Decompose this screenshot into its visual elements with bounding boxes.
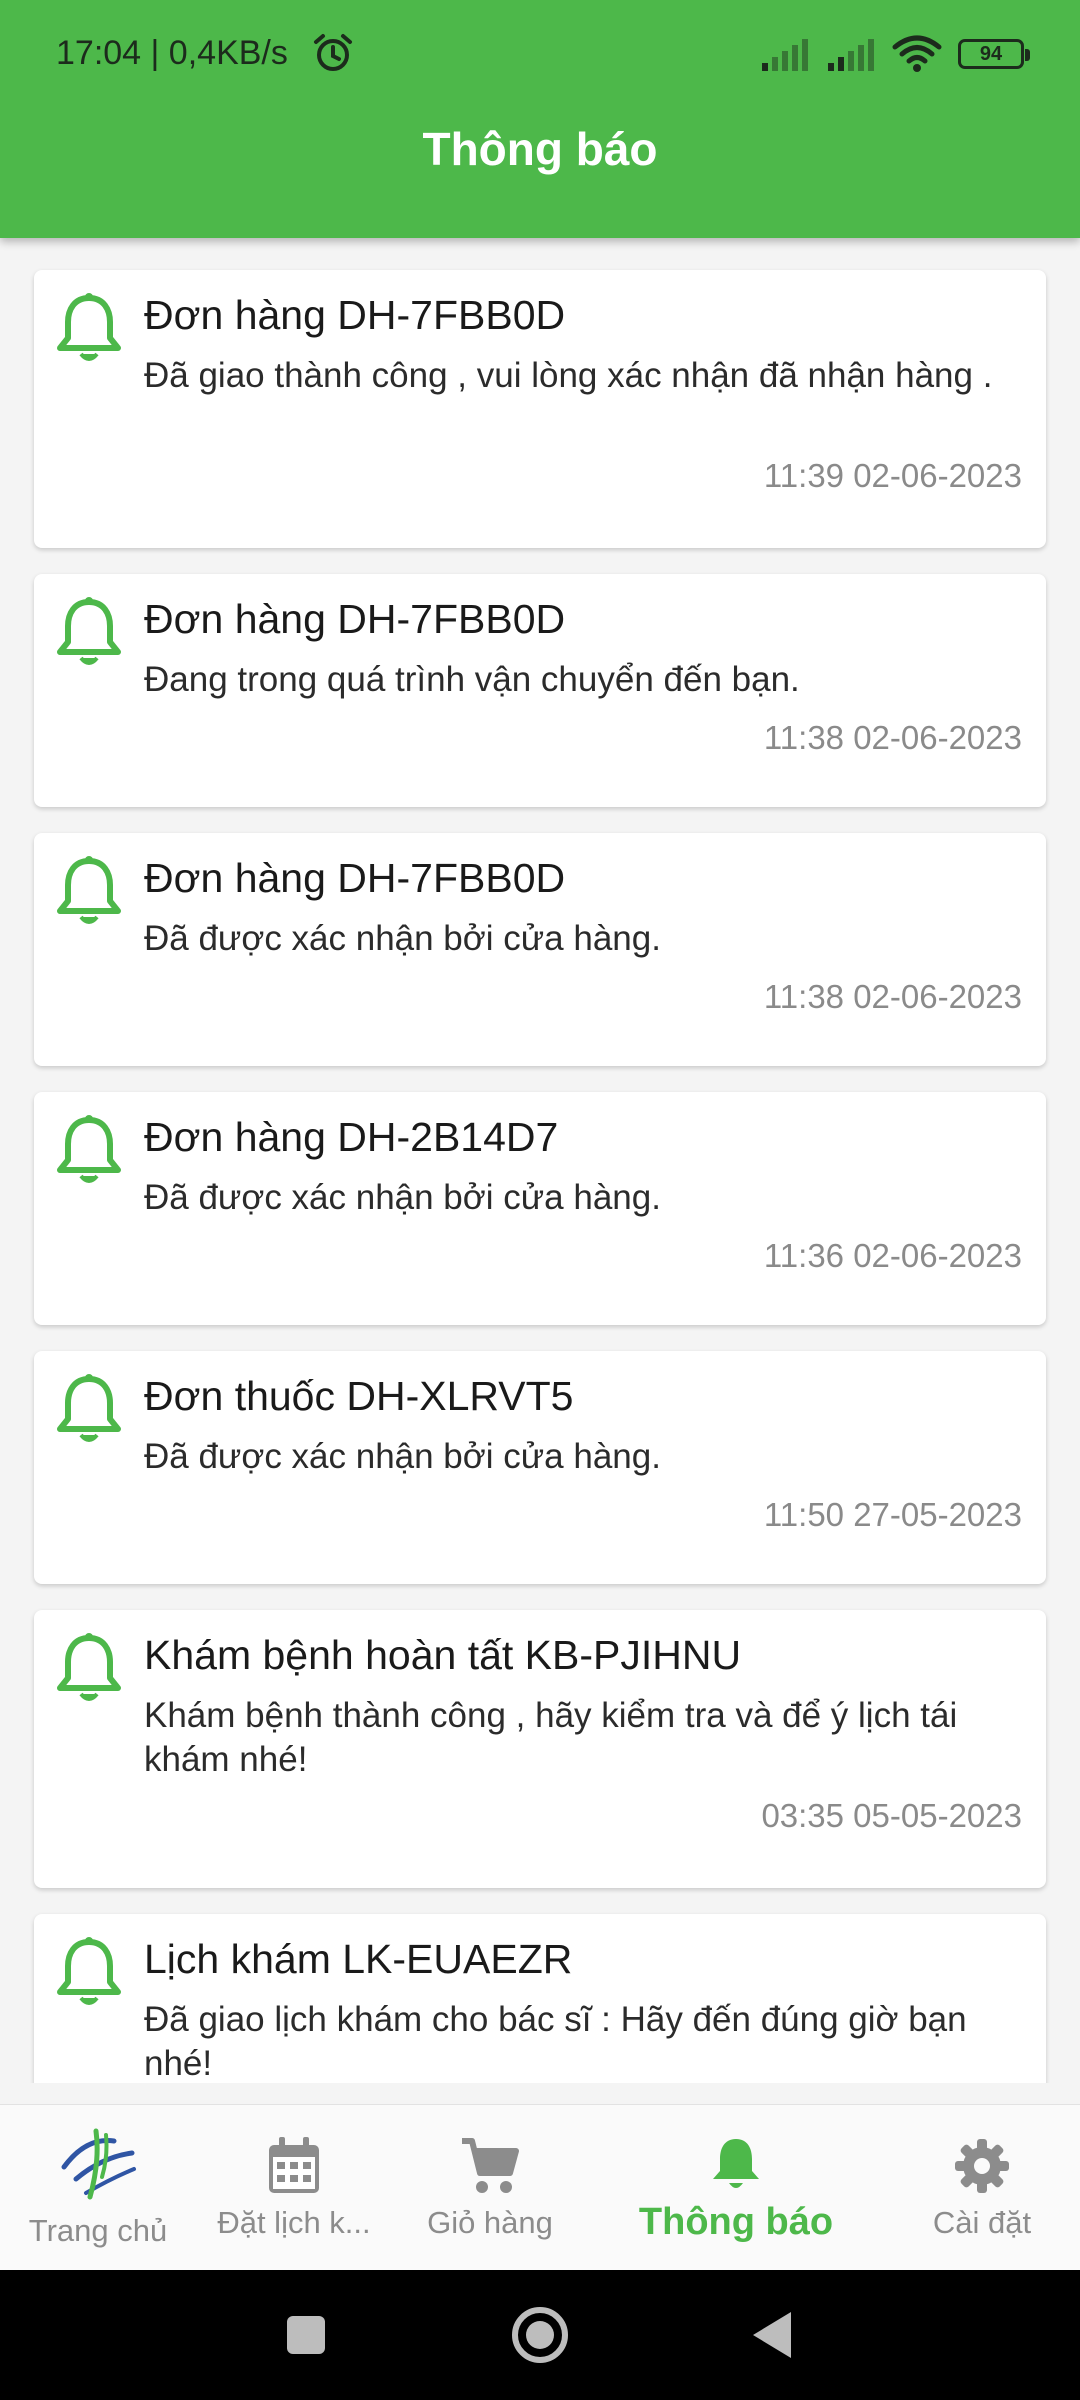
- bell-icon: [57, 597, 121, 665]
- notification-card[interactable]: Đơn hàng DH-7FBB0D Đã giao thành công , …: [34, 270, 1046, 548]
- notification-message: Đã được xác nhận bởi cửa hàng.: [144, 1178, 661, 1217]
- notification-message: Đã giao thành công , vui lòng xác nhận đ…: [144, 356, 993, 395]
- notification-time: 11:38 02-06-2023: [763, 978, 1022, 1015]
- nav-label-settings: Cài đặt: [932, 2205, 1032, 2240]
- notification-message: Đã được xác nhận bởi cửa hàng.: [144, 919, 661, 958]
- notification-message: Đã giao lịch khám cho bác sĩ : Hãy đến đ…: [144, 2000, 967, 2083]
- alarm-icon: [314, 34, 352, 71]
- app-header: 17:04 | 0,4KB/s 94 Thông báo: [0, 0, 1080, 238]
- notification-message: Khám bệnh thành công , hãy kiểm tra và đ…: [144, 1696, 958, 1779]
- system-nav-bar: [0, 2270, 1080, 2400]
- bell-icon: [57, 1633, 121, 1701]
- notification-card[interactable]: Lịch khám LK-EUAEZR Đã giao lịch khám ch…: [34, 1914, 1046, 2083]
- bell-icon: [57, 293, 121, 361]
- notification-title: Lịch khám LK-EUAEZR: [144, 1936, 573, 1982]
- nav-item-notifications[interactable]: Thông báo: [588, 2105, 884, 2271]
- notification-message: Đang trong quá trình vận chuyển đến bạn.: [144, 660, 800, 699]
- notification-card[interactable]: Đơn thuốc DH-XLRVT5 Đã được xác nhận bởi…: [34, 1351, 1046, 1584]
- back-icon[interactable]: [739, 2300, 809, 2370]
- home-logo-icon: [61, 2128, 136, 2200]
- bell-icon: [57, 856, 121, 924]
- wifi-icon: [892, 35, 942, 72]
- nav-label-booking: Đặt lịch k...: [217, 2205, 371, 2240]
- nav-label-notifications: Thông báo: [638, 2201, 834, 2243]
- notification-card[interactable]: Đơn hàng DH-7FBB0D Đang trong quá trình …: [34, 574, 1046, 807]
- nav-item-settings[interactable]: Cài đặt: [884, 2105, 1080, 2271]
- nav-label-cart: Giỏ hàng: [427, 2205, 553, 2240]
- notification-title: Đơn hàng DH-2B14D7: [144, 1114, 559, 1160]
- notification-title: Khám bệnh hoàn tất KB-PJIHNU: [144, 1632, 742, 1678]
- bell-icon: [713, 2139, 759, 2188]
- notification-card[interactable]: Khám bệnh hoàn tất KB-PJIHNU Khám bệnh t…: [34, 1610, 1046, 1888]
- notification-time: 11:50 27-05-2023: [763, 1496, 1022, 1533]
- status-bar: 17:04 | 0,4KB/s 94: [0, 0, 1080, 110]
- notification-time: 11:36 02-06-2023: [763, 1237, 1022, 1274]
- signal-icon-2: [828, 39, 874, 71]
- notification-time: 11:38 02-06-2023: [763, 719, 1022, 756]
- notification-card[interactable]: Đơn hàng DH-7FBB0D Đã được xác nhận bởi …: [34, 833, 1046, 1066]
- notification-list[interactable]: Đơn hàng DH-7FBB0D Đã giao thành công , …: [0, 238, 1080, 2083]
- page-title: Thông báo: [422, 123, 658, 175]
- gear-icon: [955, 2139, 1009, 2193]
- bottom-nav: Trang chủ Đặt lịch k... Giỏ hàng Thông b…: [0, 2104, 1080, 2270]
- notification-title: Đơn hàng DH-7FBB0D: [144, 855, 566, 901]
- bell-icon: [57, 1115, 121, 1183]
- nav-label-home: Trang chủ: [28, 2213, 168, 2248]
- notification-message: Đã được xác nhận bởi cửa hàng.: [144, 1437, 661, 1476]
- calendar-icon: [269, 2137, 319, 2193]
- status-time: 17:04 | 0,4KB/s: [56, 34, 288, 72]
- bell-icon: [57, 1374, 121, 1442]
- signal-icon: [762, 39, 808, 71]
- notification-time: 11:39 02-06-2023: [763, 457, 1022, 494]
- home-button-icon[interactable]: [505, 2300, 575, 2370]
- bell-icon: [57, 1937, 121, 2005]
- notification-card[interactable]: Đơn hàng DH-2B14D7 Đã được xác nhận bởi …: [34, 1092, 1046, 1325]
- notification-title: Đơn hàng DH-7FBB0D: [144, 596, 566, 642]
- cart-icon: [462, 2138, 519, 2193]
- battery-level: 94: [979, 42, 1003, 65]
- notification-title: Đơn thuốc DH-XLRVT5: [144, 1373, 574, 1419]
- notification-title: Đơn hàng DH-7FBB0D: [144, 292, 566, 338]
- battery-icon: 94: [958, 39, 1030, 69]
- app-root: 17:04 | 0,4KB/s 94 Thông báo Đơn hàng DH…: [0, 0, 1080, 2400]
- nav-item-booking[interactable]: Đặt lịch k...: [196, 2105, 392, 2271]
- status-icons: 94: [760, 34, 1030, 74]
- notification-time: 03:35 05-05-2023: [761, 1797, 1022, 1834]
- recents-icon[interactable]: [271, 2300, 341, 2370]
- nav-item-cart[interactable]: Giỏ hàng: [392, 2105, 588, 2271]
- nav-item-home[interactable]: Trang chủ: [0, 2105, 196, 2271]
